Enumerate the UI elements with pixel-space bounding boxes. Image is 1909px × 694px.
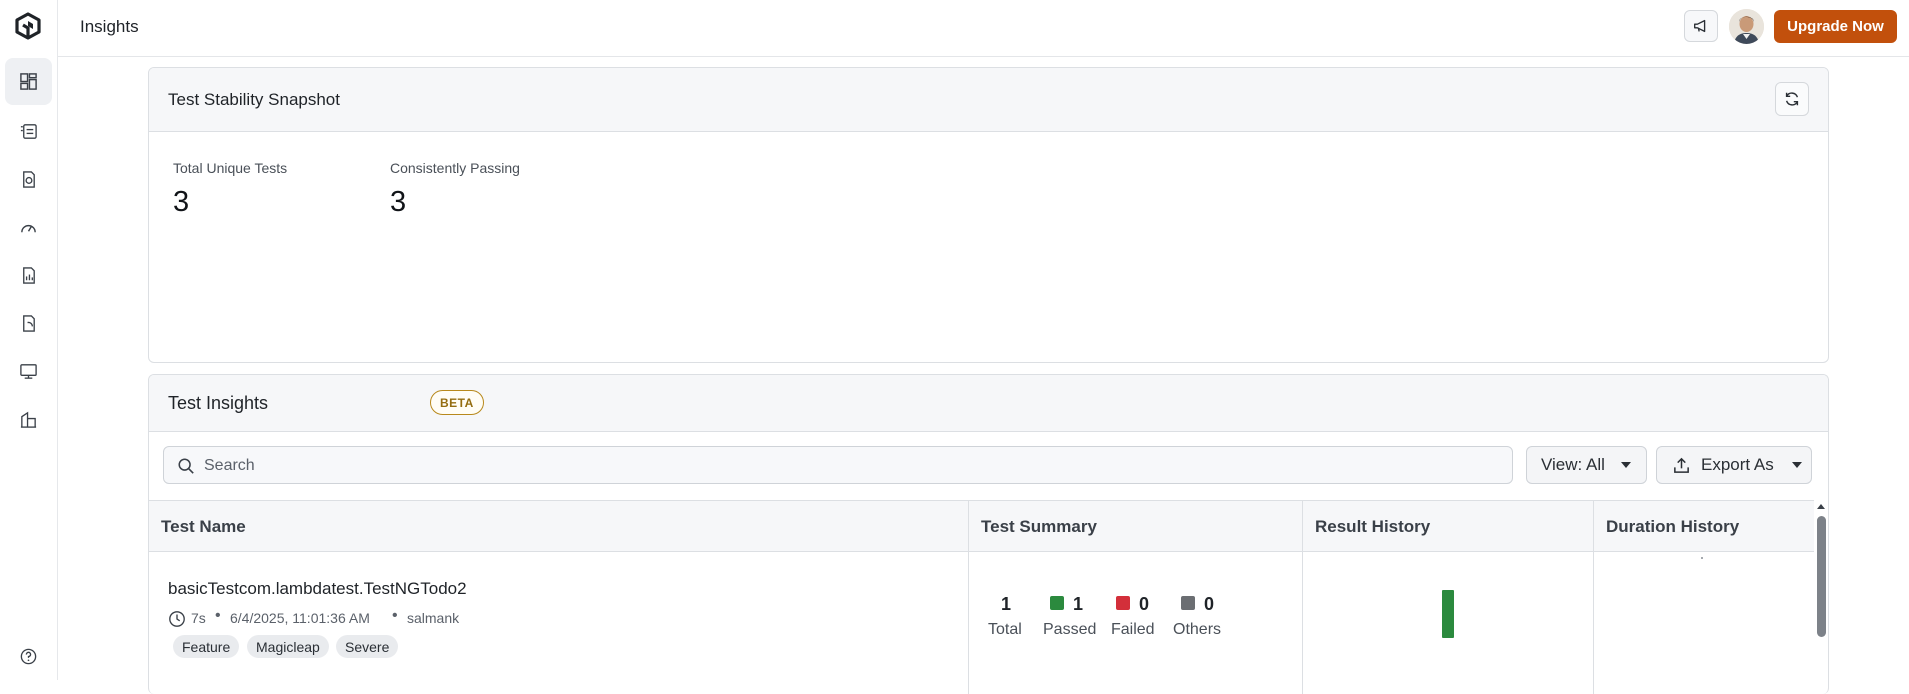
insights-header: Test Insights BETA	[149, 375, 1828, 431]
speedometer-icon	[21, 224, 36, 233]
summary-others-count: 0	[1204, 594, 1215, 614]
summary-total-count: 1	[1001, 594, 1012, 614]
sidebar-item-performance[interactable]	[5, 204, 52, 251]
user-avatar-icon	[1729, 9, 1764, 44]
test-duration: 7s	[191, 610, 206, 626]
export-as-label: Export As	[1701, 455, 1774, 474]
test-list-icon	[20, 124, 37, 139]
table-row[interactable]: basicTestcom.lambdatest.TestNGTodo2 7s •…	[149, 552, 1814, 692]
duration-history-point	[1701, 557, 1703, 559]
upload-icon	[1674, 457, 1689, 473]
sidebar-item-help[interactable]	[5, 633, 52, 679]
summary-passed-label: Passed	[1043, 621, 1097, 638]
sidebar-item-dashboard[interactable]	[5, 58, 52, 105]
test-report-icon	[23, 171, 35, 188]
monitor-icon	[20, 364, 37, 379]
analytics-report-icon	[23, 267, 35, 284]
sidebar	[0, 0, 58, 680]
refresh-icon	[1785, 92, 1799, 106]
column-header-duration-history[interactable]: Duration History	[1606, 517, 1739, 537]
test-user: salmank	[407, 610, 460, 626]
view-filter-dropdown[interactable]: View: All	[1526, 446, 1647, 484]
column-header-test-name[interactable]: Test Name	[161, 517, 246, 537]
sidebar-item-tests[interactable]	[5, 108, 52, 155]
separator-dot: •	[392, 607, 398, 624]
chevron-down-icon	[1620, 462, 1631, 468]
failed-legend-swatch	[1116, 596, 1130, 610]
sidebar-item-reports[interactable]	[5, 156, 52, 203]
snapshot-title: Test Stability Snapshot	[168, 90, 340, 109]
summary-failed-count: 0	[1139, 594, 1150, 614]
consistently-passing-label: Consistently Passing	[390, 160, 520, 176]
sidebar-item-devices[interactable]	[5, 348, 52, 395]
export-as-dropdown[interactable]: Export As	[1656, 446, 1812, 484]
test-timestamp: 6/4/2025, 11:01:36 AM	[230, 610, 370, 626]
avatar[interactable]	[1729, 9, 1764, 44]
divider	[149, 431, 1828, 432]
tag-chip[interactable]: Feature	[173, 635, 240, 658]
table-header: Test Name Test Summary Result History Du…	[149, 500, 1814, 552]
view-filter-label: View: All	[1541, 455, 1605, 474]
tag-chip[interactable]: Magicleap	[247, 635, 329, 658]
sidebar-item-analytics[interactable]	[5, 252, 52, 299]
scroll-up-arrow-icon[interactable]	[1817, 504, 1825, 509]
column-header-test-summary[interactable]: Test Summary	[981, 517, 1097, 537]
insights-title: Test Insights	[168, 393, 269, 413]
search-icon	[178, 458, 194, 474]
summary-failed-label: Failed	[1111, 621, 1155, 638]
others-legend-swatch	[1181, 596, 1195, 610]
help-icon	[20, 648, 37, 664]
consistently-passing-value: 3	[390, 186, 407, 218]
tag-chip[interactable]: Severe	[336, 635, 399, 658]
dashboard-icon	[20, 73, 37, 90]
sidebar-item-organization[interactable]	[5, 396, 52, 443]
table-scrollbar[interactable]	[1815, 500, 1827, 680]
app-logo[interactable]	[13, 11, 43, 41]
result-history-bar[interactable]	[1442, 590, 1454, 638]
upgrade-now-button[interactable]: Upgrade Now	[1774, 10, 1897, 43]
beta-badge: BETA	[430, 390, 484, 415]
announcements-button[interactable]	[1684, 10, 1718, 42]
sidebar-item-mobile[interactable]	[5, 300, 52, 347]
page-title: Insights	[80, 17, 139, 36]
separator-dot: •	[215, 607, 221, 624]
snapshot-header: Test Stability Snapshot	[149, 68, 1828, 132]
summary-others-label: Others	[1173, 621, 1222, 638]
test-name[interactable]: basicTestcom.lambdatest.TestNGTodo2	[168, 579, 467, 599]
passed-legend-swatch	[1050, 596, 1064, 610]
building-icon	[20, 411, 37, 428]
clock-icon	[169, 611, 185, 627]
chevron-down-icon	[1791, 462, 1802, 468]
refresh-button[interactable]	[1775, 82, 1809, 116]
search-placeholder: Search	[204, 457, 255, 474]
stability-snapshot-card: Test Stability Snapshot Total Unique Tes…	[148, 67, 1829, 363]
megaphone-icon	[1694, 19, 1706, 33]
scrollbar-thumb[interactable]	[1817, 516, 1826, 637]
top-bar: Insights Upgrade Now	[58, 0, 1909, 57]
column-header-result-history[interactable]: Result History	[1315, 517, 1430, 537]
summary-passed-count: 1	[1073, 594, 1084, 614]
search-input[interactable]: Search	[163, 446, 1513, 484]
test-insights-card: Test Insights BETA Search View: All Expo…	[148, 374, 1829, 694]
mobile-report-icon	[23, 315, 35, 332]
total-unique-tests-label: Total Unique Tests	[173, 160, 288, 176]
summary-total-label: Total	[988, 621, 1022, 638]
total-unique-tests-value: 3	[173, 186, 190, 218]
